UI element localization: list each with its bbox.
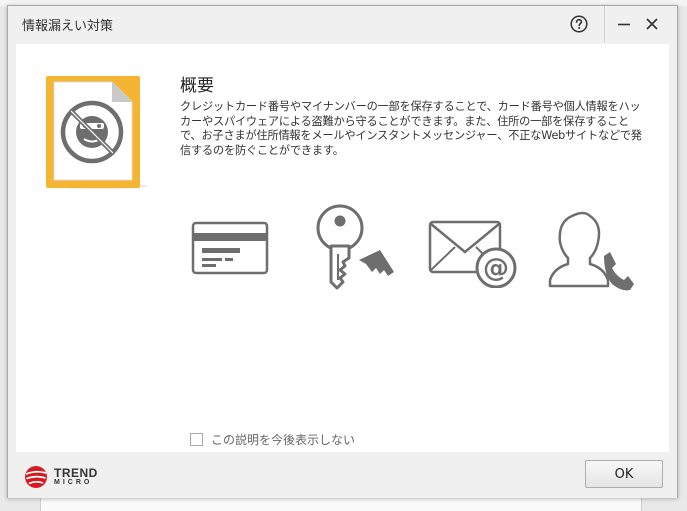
window-title: 情報漏えい対策 [22,19,114,34]
background-window-edge-bottom [40,498,642,511]
minimize-icon[interactable] [614,15,634,33]
overview-description: クレジットカード番号やマイナンバーの一部を保存することで、カード番号や個人情報を… [180,100,642,157]
dont-show-again-label: この説明を今後表示しない [211,433,356,447]
data-theft-prevention-dialog: 情報漏えい対策 概要 クレジットカード番号やマイナンバーの一部を保存することで、… [7,5,678,498]
credit-card-icon [191,221,269,275]
logo-text-trend: TREND [54,466,98,480]
contact-phone-icon [548,211,634,291]
help-icon[interactable] [570,15,588,33]
titlebar-divider [604,6,605,42]
footer-bar: TREND MICRO OK [8,452,677,498]
close-icon[interactable] [642,15,662,33]
page-title: 概要 [180,76,214,96]
trend-micro-ball-icon [25,466,47,488]
title-bar: 情報漏えい対策 [8,6,677,42]
dont-show-again-row[interactable]: この説明を今後表示しない [190,431,355,448]
ok-button[interactable]: OK [585,460,663,488]
data-theft-document-icon [46,76,148,189]
content-panel: 概要 クレジットカード番号やマイナンバーの一部を保存することで、カード番号や個人… [16,44,669,452]
email-icon: @ [428,220,517,288]
trend-micro-logo: TREND MICRO [24,464,104,490]
key-icon [316,204,394,290]
svg-text:@: @ [483,254,509,284]
dont-show-again-checkbox[interactable] [190,433,203,446]
logo-text-micro: MICRO [54,479,93,486]
